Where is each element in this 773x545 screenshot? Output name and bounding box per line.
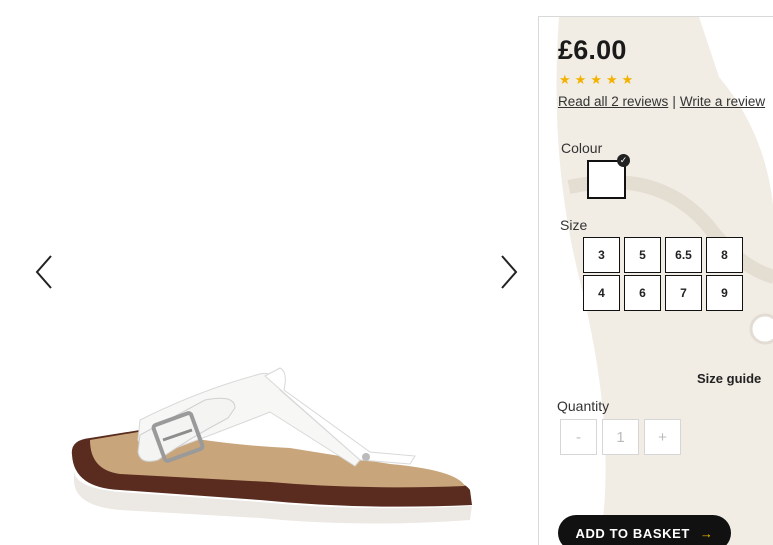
gallery-next-button[interactable] xyxy=(493,252,523,292)
size-guide-link[interactable]: Size guide xyxy=(697,371,761,386)
quantity-input[interactable]: 1 xyxy=(602,419,639,455)
quantity-increase-button[interactable]: + xyxy=(644,419,681,455)
colour-label: Colour xyxy=(561,140,603,156)
reviews-separator: | xyxy=(672,94,676,109)
product-gallery xyxy=(0,0,538,545)
quantity-stepper: - 1 + xyxy=(560,419,681,455)
size-option[interactable]: 6.5 xyxy=(665,237,702,273)
checkmark-icon: ✓ xyxy=(617,154,630,167)
size-option[interactable]: 4 xyxy=(583,275,620,311)
size-option[interactable]: 3 xyxy=(583,237,620,273)
reviews-row: Read all 2 reviews | Write a review xyxy=(558,94,765,109)
add-to-basket-label: ADD TO BASKET xyxy=(575,525,690,541)
size-option[interactable]: 5 xyxy=(624,237,661,273)
size-option[interactable]: 9 xyxy=(706,275,743,311)
chevron-right-icon xyxy=(501,255,518,289)
size-options: 3 5 6.5 8 4 6 7 9 xyxy=(583,237,743,311)
quantity-label: Quantity xyxy=(557,398,610,414)
size-option[interactable]: 8 xyxy=(706,237,743,273)
arrow-right-icon: → xyxy=(699,525,714,541)
gallery-prev-button[interactable] xyxy=(30,252,60,292)
quantity-decrease-button[interactable]: - xyxy=(560,419,597,455)
size-option[interactable]: 7 xyxy=(665,275,702,311)
write-review-link[interactable]: Write a review xyxy=(680,94,765,109)
star-icon: ★ xyxy=(621,72,634,87)
rating-stars: ★ ★ ★ ★ ★ xyxy=(559,73,633,86)
size-label: Size xyxy=(560,217,588,233)
product-details-panel: £6.00 ★ ★ ★ ★ ★ Read all 2 reviews | Write… xyxy=(538,16,773,545)
star-icon: ★ xyxy=(559,72,571,87)
star-icon: ★ xyxy=(574,72,587,87)
product-price: £6.00 xyxy=(558,35,627,65)
chevron-left-icon xyxy=(35,255,52,289)
read-reviews-link[interactable]: Read all 2 reviews xyxy=(558,94,668,109)
star-icon: ★ xyxy=(605,72,618,87)
product-image xyxy=(71,367,473,524)
star-icon: ★ xyxy=(590,72,602,87)
size-option[interactable]: 6 xyxy=(624,275,661,311)
add-to-basket-button[interactable]: ADD TO BASKET → xyxy=(558,515,731,545)
